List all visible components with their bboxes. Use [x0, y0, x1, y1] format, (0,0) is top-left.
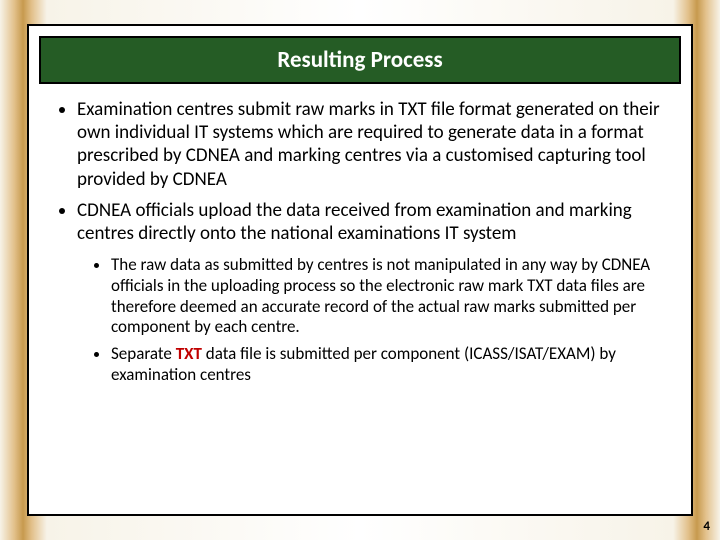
bullet-text: Separate [111, 343, 176, 364]
bullet-list: Examination centres submit raw marks in … [51, 98, 669, 385]
slide-inner-frame: Resulting Process Examination centres su… [27, 24, 693, 516]
highlighted-text: TXT [176, 343, 202, 364]
title-bar: Resulting Process [39, 36, 681, 84]
slide-title: Resulting Process [277, 46, 442, 74]
list-item: CDNEA officials upload the data received… [77, 199, 669, 386]
content-area: Examination centres submit raw marks in … [51, 98, 669, 504]
slide: Resulting Process Examination centres su… [0, 0, 720, 540]
bullet-text: Examination centres submit raw marks in … [77, 98, 660, 191]
list-item: Separate TXT data file is submitted per … [111, 344, 669, 385]
list-item: The raw data as submitted by centres is … [111, 255, 669, 338]
page-number: 4 [703, 519, 710, 534]
bullet-text: CDNEA officials upload the data received… [77, 199, 632, 245]
sub-bullet-list: The raw data as submitted by centres is … [77, 255, 669, 385]
list-item: Examination centres submit raw marks in … [77, 98, 669, 191]
bullet-text: The raw data as submitted by centres is … [111, 254, 650, 337]
